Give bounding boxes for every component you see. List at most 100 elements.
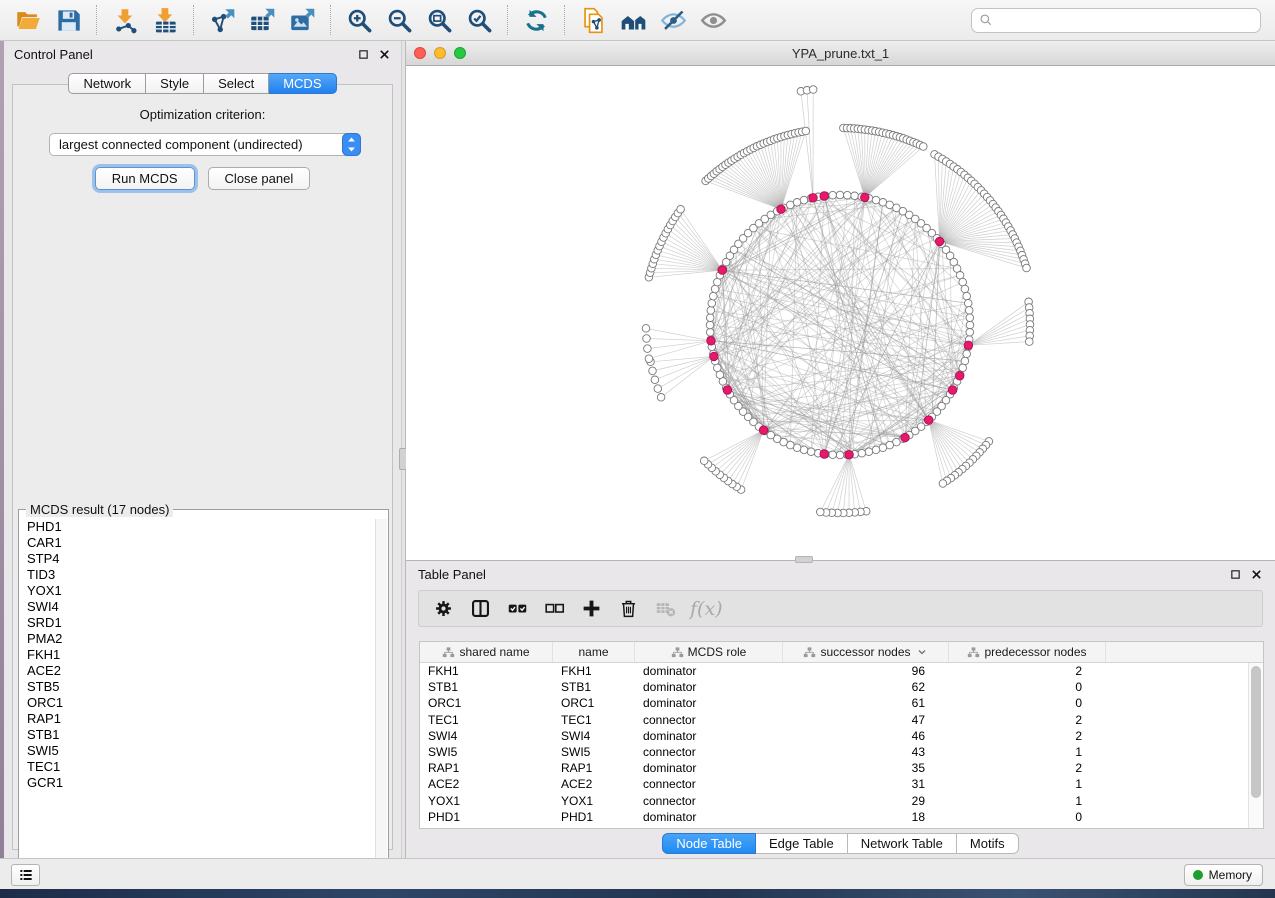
table-cell[interactable]: TEC1 <box>420 712 553 728</box>
table-cell[interactable]: SWI5 <box>553 744 635 760</box>
table-cell[interactable]: SWI5 <box>420 744 553 760</box>
table-scrollbar[interactable] <box>1248 663 1263 828</box>
table-row[interactable]: ORC1ORC1dominator610 <box>420 695 1248 711</box>
network-canvas[interactable] <box>406 66 1275 560</box>
table-cell[interactable]: PHD1 <box>553 809 635 825</box>
table-cell[interactable]: 0 <box>949 809 1106 825</box>
table-scrollbar-thumb[interactable] <box>1251 666 1261 798</box>
tab-node-table[interactable]: Node Table <box>662 833 756 854</box>
mcds-list-scrollbar[interactable] <box>375 519 387 878</box>
search-input[interactable] <box>998 13 1253 27</box>
deselect-all-button[interactable] <box>538 594 571 624</box>
tab-select[interactable]: Select <box>204 73 269 94</box>
zoom-in-button[interactable] <box>339 3 379 37</box>
column-header-successor-nodes[interactable]: successor nodes <box>783 642 949 662</box>
settings-button[interactable] <box>427 594 460 624</box>
show-all-button[interactable] <box>693 3 733 37</box>
import-table-button[interactable] <box>145 3 185 37</box>
hide-selected-button[interactable] <box>653 3 693 37</box>
table-cell[interactable]: 29 <box>783 793 949 809</box>
mcds-result-item[interactable]: PMA2 <box>20 631 374 647</box>
table-cell[interactable]: ACE2 <box>420 776 553 792</box>
mcds-result-item[interactable]: STB1 <box>20 727 374 743</box>
table-cell[interactable]: connector <box>635 744 783 760</box>
tab-motifs[interactable]: Motifs <box>957 833 1019 854</box>
table-cell[interactable]: 1 <box>949 776 1106 792</box>
zoom-out-button[interactable] <box>379 3 419 37</box>
tab-mcds[interactable]: MCDS <box>269 73 336 94</box>
open-file-button[interactable] <box>8 3 48 37</box>
table-row[interactable]: PHD1PHD1dominator180 <box>420 809 1248 825</box>
mcds-result-item[interactable]: TID3 <box>20 567 374 583</box>
table-row[interactable]: ACE2ACE2connector311 <box>420 776 1248 792</box>
table-cell[interactable]: YOX1 <box>420 793 553 809</box>
table-cell[interactable]: 2 <box>949 663 1106 679</box>
table-cell[interactable]: 46 <box>783 728 949 744</box>
table-cell[interactable]: FKH1 <box>420 663 553 679</box>
export-table-button[interactable] <box>242 3 282 37</box>
mcds-result-item[interactable]: GCR1 <box>20 775 374 791</box>
mcds-result-item[interactable]: RAP1 <box>20 711 374 727</box>
table-cell[interactable]: ORC1 <box>420 695 553 711</box>
table-cell[interactable]: YOX1 <box>553 793 635 809</box>
import-network-button[interactable] <box>105 3 145 37</box>
float-panel-icon[interactable] <box>357 48 370 61</box>
mcds-result-item[interactable]: SWI4 <box>20 599 374 615</box>
mcds-result-item[interactable]: STB5 <box>20 679 374 695</box>
mcds-result-item[interactable]: ACE2 <box>20 663 374 679</box>
mcds-result-item[interactable]: SRD1 <box>20 615 374 631</box>
column-header-predecessor-nodes[interactable]: predecessor nodes <box>949 642 1106 662</box>
table-row[interactable]: SWI5SWI5connector431 <box>420 744 1248 760</box>
criterion-dropdown[interactable]: largest connected component (undirected) <box>49 133 361 156</box>
table-cell[interactable]: 2 <box>949 728 1106 744</box>
table-cell[interactable]: dominator <box>635 663 783 679</box>
table-cell[interactable]: SWI4 <box>420 728 553 744</box>
memory-button[interactable]: Memory <box>1184 864 1263 886</box>
table-row[interactable]: TEC1TEC1connector472 <box>420 712 1248 728</box>
add-column-button[interactable] <box>575 594 608 624</box>
refresh-button[interactable] <box>516 3 556 37</box>
table-cell[interactable]: 0 <box>949 679 1106 695</box>
float-table-panel-icon[interactable] <box>1229 568 1242 581</box>
table-cell[interactable]: 61 <box>783 695 949 711</box>
table-cell[interactable]: 2 <box>949 712 1106 728</box>
table-cell[interactable]: RAP1 <box>553 760 635 776</box>
tab-edge-table[interactable]: Edge Table <box>756 833 848 854</box>
column-header-shared-name[interactable]: shared name <box>420 642 553 662</box>
mcds-result-item[interactable]: FKH1 <box>20 647 374 663</box>
table-cell[interactable]: PHD1 <box>420 809 553 825</box>
network-graph[interactable] <box>406 66 1275 560</box>
mcds-result-item[interactable]: SWI5 <box>20 743 374 759</box>
table-cell[interactable]: 18 <box>783 809 949 825</box>
task-history-button[interactable] <box>11 864 40 886</box>
table-cell[interactable]: 1 <box>949 793 1106 809</box>
table-cell[interactable]: RAP1 <box>420 760 553 776</box>
table-cell[interactable]: connector <box>635 793 783 809</box>
mcds-result-item[interactable]: PHD1 <box>20 519 374 535</box>
export-network-button[interactable] <box>202 3 242 37</box>
mcds-result-item[interactable]: STP4 <box>20 551 374 567</box>
zoom-selected-button[interactable] <box>459 3 499 37</box>
table-cell[interactable]: dominator <box>635 809 783 825</box>
table-cell[interactable]: 96 <box>783 663 949 679</box>
table-cell[interactable]: dominator <box>635 728 783 744</box>
tab-style[interactable]: Style <box>146 73 204 94</box>
mcds-result-item[interactable]: CAR1 <box>20 535 374 551</box>
select-all-button[interactable] <box>501 594 534 624</box>
mcds-result-item[interactable]: ORC1 <box>20 695 374 711</box>
table-cell[interactable]: 31 <box>783 776 949 792</box>
close-table-panel-icon[interactable] <box>1250 568 1263 581</box>
first-neighbors-button[interactable] <box>613 3 653 37</box>
table-cell[interactable]: 43 <box>783 744 949 760</box>
table-cell[interactable]: TEC1 <box>553 712 635 728</box>
table-cell[interactable]: SWI4 <box>553 728 635 744</box>
table-cell[interactable]: FKH1 <box>553 663 635 679</box>
table-row[interactable]: YOX1YOX1connector291 <box>420 793 1248 809</box>
tab-network-table[interactable]: Network Table <box>848 833 957 854</box>
mcds-result-item[interactable]: TEC1 <box>20 759 374 775</box>
close-panel-icon[interactable] <box>378 48 391 61</box>
table-cell[interactable]: ACE2 <box>553 776 635 792</box>
table-row[interactable]: RAP1RAP1dominator352 <box>420 760 1248 776</box>
new-network-from-selection-button[interactable] <box>573 3 613 37</box>
table-cell[interactable]: STB1 <box>553 679 635 695</box>
